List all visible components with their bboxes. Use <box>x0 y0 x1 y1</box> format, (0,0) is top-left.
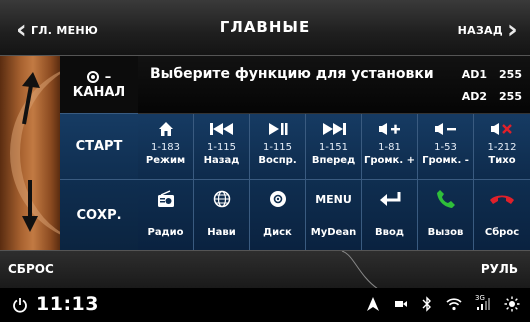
main-panel: – КАНАЛ СТАРТ СОХР. Выберите функцию для… <box>0 56 530 250</box>
clock: 11:13 <box>36 293 99 315</box>
start-label: СТАРТ <box>75 139 123 154</box>
previous-track-icon <box>209 120 235 138</box>
function-label: Вызов <box>427 227 464 238</box>
top-bar: ‹ ГЛ. МЕНЮ ГЛАВНЫЕ НАЗАД › <box>0 0 530 56</box>
mute-icon <box>490 120 514 138</box>
camera-icon <box>394 299 408 309</box>
power-icon[interactable] <box>12 297 28 317</box>
function-label: Громк. - <box>422 155 469 166</box>
globe-icon <box>213 190 231 208</box>
back-button[interactable]: НАЗАД › <box>458 10 518 50</box>
function-label: Радио <box>147 227 184 238</box>
divider-graphic <box>341 251 379 289</box>
function-mode-button[interactable]: 1-183 Режим <box>138 114 194 180</box>
instruction-text: Выберите функцию для установки <box>150 66 434 82</box>
back-label: НАЗАД <box>457 23 503 37</box>
volume-up-icon <box>378 120 402 138</box>
function-label: Вперед <box>311 155 356 166</box>
ad1-label: AD1 <box>461 68 488 81</box>
info-area: Выберите функцию для установки AD1 255 A… <box>138 56 530 114</box>
function-enter-button[interactable]: Ввод <box>362 180 418 250</box>
ad1-readout: AD1 255 <box>462 68 522 81</box>
chevron-right-icon: › <box>506 15 518 45</box>
function-volume-up-button[interactable]: 1-81 Громк. + <box>362 114 418 180</box>
navigation-arrow-icon <box>366 296 380 312</box>
function-code: 1-151 <box>318 142 349 153</box>
ad2-label: AD2 <box>461 90 488 103</box>
function-label: MyDean <box>310 227 357 238</box>
function-mute-button[interactable]: 1-212 Тихо <box>474 114 530 180</box>
function-code: 1-183 <box>150 142 181 153</box>
ad2-readout: AD2 255 <box>462 90 522 103</box>
function-previous-button[interactable]: 1-115 Назад <box>194 114 250 180</box>
wifi-icon <box>446 297 462 311</box>
function-label: Назад <box>203 155 240 166</box>
arrow-up-icon <box>22 72 40 125</box>
function-navi-button[interactable]: Нави <box>194 180 250 250</box>
function-code: 1-115 <box>262 142 293 153</box>
page-title: ГЛАВНЫЕ <box>219 18 311 36</box>
function-label: Режим <box>145 155 186 166</box>
function-hangup-button[interactable]: Сброс <box>474 180 530 250</box>
function-code: 1-212 <box>487 142 517 153</box>
function-volume-down-button[interactable]: 1-53 Громк. - <box>418 114 474 180</box>
function-label: Нави <box>207 227 236 238</box>
function-code: 1-81 <box>378 142 401 153</box>
radio-button-icon <box>86 71 99 83</box>
status-bar: 11:13 3G <box>0 288 530 322</box>
left-controls: – КАНАЛ СТАРТ СОХР. <box>60 56 138 250</box>
bluetooth-icon <box>422 296 432 312</box>
function-radio-button[interactable]: Радио <box>138 180 194 250</box>
function-label: Тихо <box>488 155 516 166</box>
bottom-bar: СБРОС РУЛЬ <box>0 250 530 289</box>
channel-label: КАНАЛ <box>72 84 126 100</box>
function-play-button[interactable]: 1-115 Воспр. <box>250 114 306 180</box>
radio-icon <box>157 190 175 208</box>
channel-symbol: – <box>104 69 112 85</box>
disc-icon <box>269 190 287 208</box>
arrow-down-icon <box>22 180 38 232</box>
function-code: 1-115 <box>206 142 237 153</box>
function-next-button[interactable]: 1-151 Вперед <box>306 114 362 180</box>
brightness-icon[interactable] <box>504 296 520 312</box>
start-button[interactable]: СТАРТ <box>60 114 138 180</box>
signal-3g-label: 3G <box>475 294 485 302</box>
save-label: СОХР. <box>76 207 122 223</box>
function-label: Громк. + <box>363 155 416 166</box>
play-pause-icon <box>268 120 288 138</box>
function-grid: 1-183 Режим 1-115 Назад 1-115 Воспр. 1-1… <box>138 114 530 250</box>
ad2-value: 255 <box>499 90 522 103</box>
reset-button[interactable]: СБРОС <box>8 262 54 276</box>
steering-wheel-button[interactable]: РУЛЬ <box>481 262 518 276</box>
function-label: Диск <box>263 227 292 238</box>
function-mydean-button[interactable]: MENU MyDean <box>306 180 362 250</box>
home-icon <box>158 120 174 138</box>
cellular-signal-icon: 3G <box>475 294 490 311</box>
channel-button[interactable]: – КАНАЛ <box>60 56 138 114</box>
function-label: Воспр. <box>258 155 297 166</box>
function-label: Ввод <box>375 227 404 238</box>
call-icon <box>436 190 456 208</box>
enter-icon <box>378 190 402 208</box>
function-disc-button[interactable]: Диск <box>250 180 306 250</box>
function-call-button[interactable]: Вызов <box>418 180 474 250</box>
next-track-icon <box>321 120 347 138</box>
menu-text-icon: MENU <box>315 192 352 206</box>
hangup-icon <box>489 190 515 208</box>
status-icons: 3G <box>366 294 520 312</box>
save-button[interactable]: СОХР. <box>60 180 138 250</box>
function-code: 1-53 <box>434 142 457 153</box>
volume-down-icon <box>434 120 458 138</box>
function-label: Сброс <box>484 227 520 238</box>
ad1-value: 255 <box>499 68 522 81</box>
steering-wheel-graphic <box>0 56 60 250</box>
